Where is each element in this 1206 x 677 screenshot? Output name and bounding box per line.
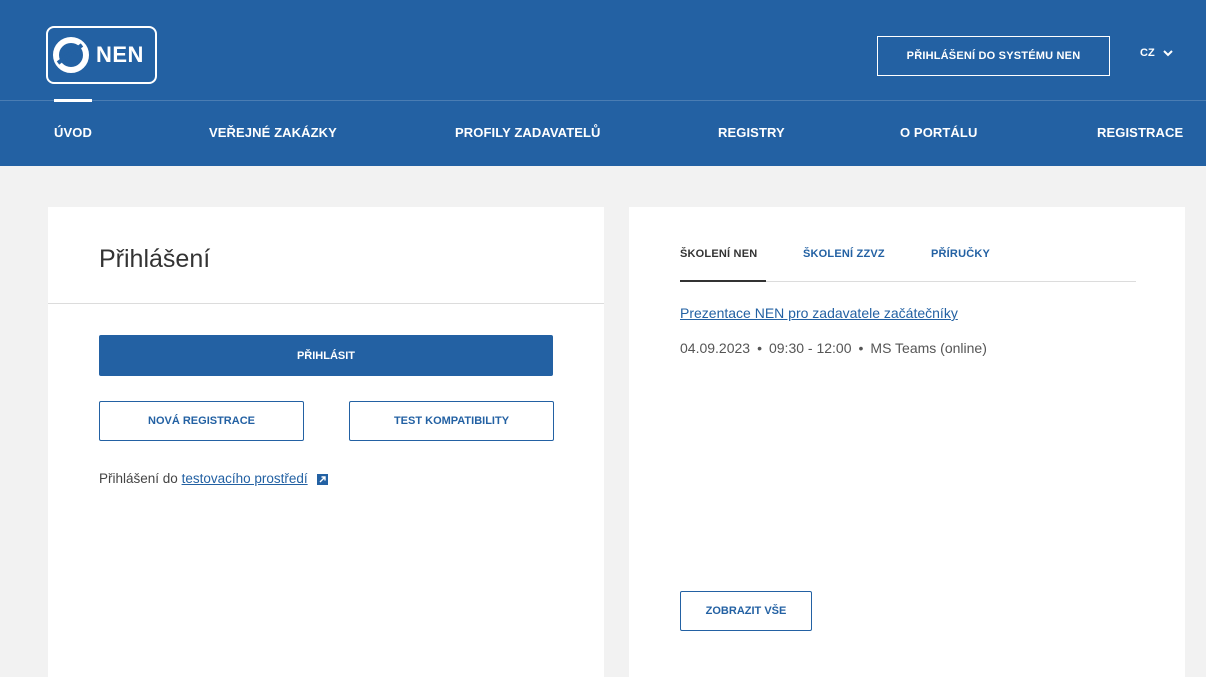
tab-skoleni-nen[interactable]: ŠKOLENÍ NEN [680,248,757,260]
nav-item-verejne-zakazky[interactable]: VEŘEJNÉ ZAKÁZKY [209,125,337,140]
chevron-down-icon [1162,49,1173,56]
new-registration-button[interactable]: NOVÁ REGISTRACE [99,401,304,441]
separator-dot: • [858,340,864,356]
login-card: Přihlášení PŘIHLÁSIT NOVÁ REGISTRACE TES… [48,207,604,677]
language-label: CZ [1140,47,1155,59]
logo-ring-icon [53,37,89,73]
nen-logo[interactable]: NEN [46,26,157,84]
nav-item-uvod[interactable]: ÚVOD [54,125,92,140]
trainings-card: ŠKOLENÍ NEN ŠKOLENÍ ZZVZ PŘÍRUČKY Prezen… [629,207,1185,677]
top-bar: NEN PŘIHLÁŠENÍ DO SYSTÉMU NEN CZ [0,0,1206,101]
test-environment-link[interactable]: testovacího prostředí [182,471,308,486]
show-all-button[interactable]: ZOBRAZIT VŠE [680,591,812,631]
separator-dot: • [757,340,762,356]
tab-skoleni-zzvz[interactable]: ŠKOLENÍ ZZVZ [803,248,885,260]
login-button[interactable]: PŘIHLÁSIT [99,335,553,376]
language-selector[interactable]: CZ [1140,47,1173,59]
external-link-icon[interactable] [317,474,329,485]
tab-prirucky[interactable]: PŘÍRUČKY [931,248,990,260]
logo-text: NEN [96,42,144,67]
nav-item-o-portalu[interactable]: O PORTÁLU [900,125,977,140]
login-divider [48,303,604,304]
training-time: 09:30 - 12:00 [768,340,852,356]
test-environment-text: Přihlášení do testovacího prostředí [99,471,329,486]
test-env-prefix: Přihlášení do [99,471,182,486]
nav-active-indicator [54,99,92,102]
nav-item-registrace[interactable]: REGISTRACE [1097,125,1183,140]
training-date: 04.09.2023 [680,340,751,356]
nav-item-registry[interactable]: REGISTRY [718,125,785,140]
compatibility-test-button[interactable]: TEST KOMPATIBILITY [349,401,554,441]
nav-item-profily-zadavatelu[interactable]: PROFILY ZADAVATELŮ [455,125,601,140]
main-navigation: ÚVOD VEŘEJNÉ ZAKÁZKY PROFILY ZADAVATELŮ … [0,99,1206,166]
login-title: Přihlášení [99,245,211,273]
training-place: MS Teams (online) [870,340,987,356]
site-header: NEN PŘIHLÁŠENÍ DO SYSTÉMU NEN CZ ÚVOD VE… [0,0,1206,166]
training-meta: 04.09.2023 • 09:30 - 12:00 • MS Teams (onlin… [680,340,987,356]
active-tab-indicator [680,280,766,282]
login-system-button[interactable]: PŘIHLÁŠENÍ DO SYSTÉMU NEN [877,36,1110,76]
training-title-link[interactable]: Prezentace NEN pro zadavatele začátečník… [680,305,958,321]
trainings-tabs: ŠKOLENÍ NEN ŠKOLENÍ ZZVZ PŘÍRUČKY [680,248,1136,282]
